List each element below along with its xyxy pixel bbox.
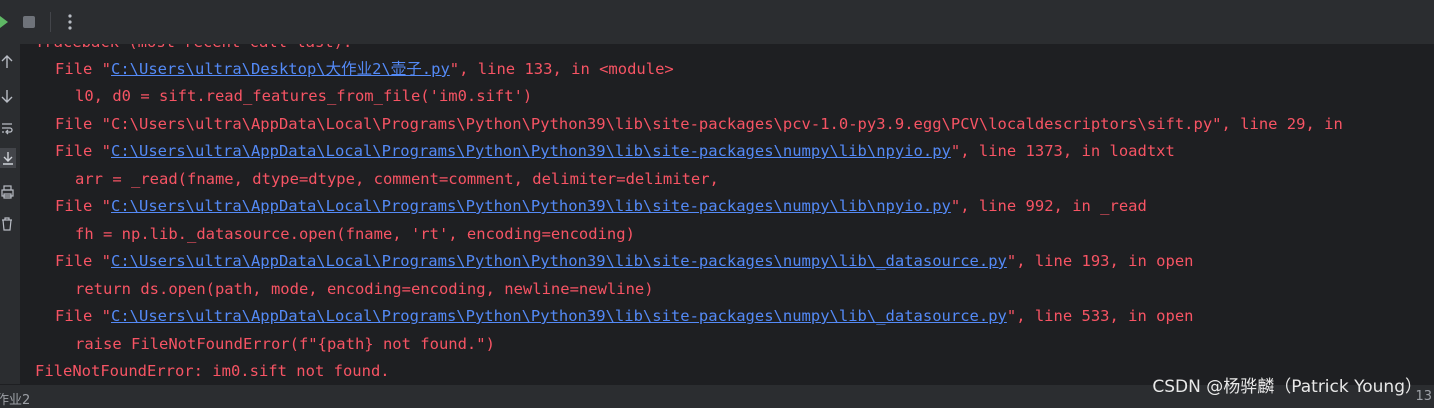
frame-location: ", line 992, in _read	[950, 197, 1147, 215]
file-prefix: File "	[55, 307, 111, 325]
error-message: FileNotFoundError: im0.sift not found.	[35, 362, 390, 380]
traceback-code-line: arr = _read(fname, dtype=dtype, comment=…	[75, 170, 719, 188]
file-prefix: File "	[55, 115, 111, 133]
traceback-code-line: return ds.open(path, mode, encoding=enco…	[75, 280, 654, 298]
soft-wrap-icon[interactable]	[0, 118, 14, 138]
traceback-code-line: l0, d0 = sift.read_features_from_file('i…	[75, 87, 533, 105]
file-prefix: File "	[55, 197, 111, 215]
frame-location: ", line 1373, in loadtxt	[950, 142, 1175, 160]
traceback-code-line: fh = np.lib._datasource.open(fname, 'rt'…	[75, 225, 635, 243]
file-path-link[interactable]: C:\Users\ultra\AppData\Local\Programs\Py…	[111, 307, 1007, 325]
rerun-icon[interactable]	[0, 13, 8, 31]
console-side-toolbar	[0, 44, 21, 384]
file-path-link[interactable]: C:\Users\ultra\AppData\Local\Programs\Py…	[111, 197, 951, 215]
scroll-to-end-icon[interactable]	[0, 148, 16, 168]
frame-location: ", line 533, in open	[1006, 307, 1194, 325]
traceback-frame-line: File "C:\Users\ultra\AppData\Local\Progr…	[55, 141, 1175, 161]
file-prefix: File "	[55, 60, 111, 78]
traceback-header: Traceback (most recent call last):	[35, 44, 352, 52]
traceback-frame-line: File "C:\Users\ultra\AppData\Local\Progr…	[55, 306, 1194, 326]
file-path-link[interactable]: C:\Users\ultra\AppData\Local\Programs\Py…	[111, 252, 1007, 270]
up-arrow-icon[interactable]	[0, 52, 14, 72]
traceback-code-line: raise FileNotFoundError(f"{path} not fou…	[75, 335, 495, 353]
down-arrow-icon[interactable]	[0, 86, 14, 106]
frame-location: ", line 193, in open	[1006, 252, 1194, 270]
trash-icon[interactable]	[0, 214, 14, 234]
stop-icon[interactable]	[21, 13, 37, 31]
file-path-link[interactable]: C:\Users\ultra\AppData\Local\Programs\Py…	[111, 142, 951, 160]
frame-location: ", line 133, in <module>	[449, 60, 674, 78]
run-console-output[interactable]: Traceback (most recent call last): File …	[21, 44, 1434, 384]
traceback-frame-line: File "C:\Users\ultra\AppData\Local\Progr…	[55, 196, 1147, 216]
file-path-link[interactable]: C:\Users\ultra\Desktop\大作业2\壶子.py	[111, 60, 450, 78]
file-path: C:\Users\ultra\AppData\Local\Programs\Py…	[111, 115, 1213, 133]
traceback-frame-line: File "C:\Users\ultra\Desktop\大作业2\壶子.py"…	[55, 59, 674, 79]
file-prefix: File "	[55, 142, 111, 160]
traceback-frame-line: File "C:\Users\ultra\AppData\Local\Progr…	[55, 251, 1194, 271]
more-options-icon[interactable]	[62, 13, 78, 31]
file-prefix: File "	[55, 252, 111, 270]
run-toolbar	[0, 0, 1434, 45]
frame-location: ", line 29, in	[1212, 115, 1343, 133]
watermark: CSDN @杨骅麟（Patrick Young）	[1152, 377, 1422, 397]
toolbar-divider	[50, 12, 51, 32]
status-project-name[interactable]: 作业2	[0, 389, 30, 408]
traceback-frame-line: File "C:\Users\ultra\AppData\Local\Progr…	[55, 114, 1343, 134]
print-icon[interactable]	[0, 182, 14, 202]
